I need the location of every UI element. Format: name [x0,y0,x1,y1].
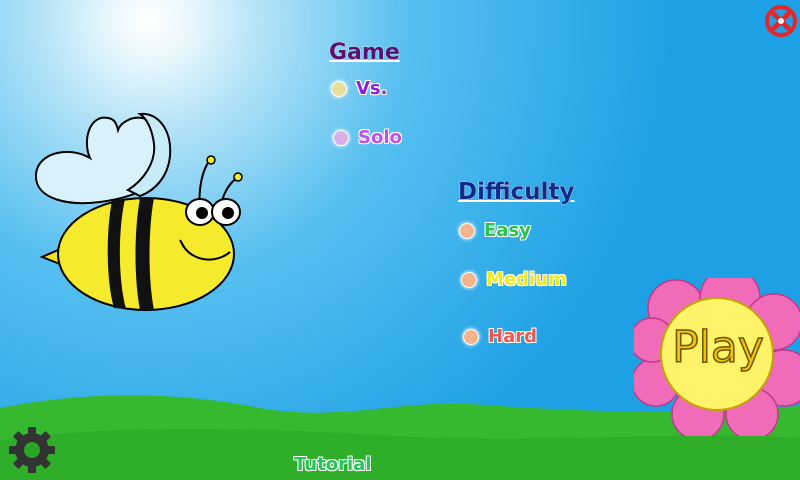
radio-button[interactable] [462,272,476,287]
radio-button[interactable] [464,329,478,344]
difficulty-label-medium: Medium [486,269,567,290]
radio-button[interactable] [460,223,474,238]
difficulty-heading: Difficulty [458,179,575,206]
difficulty-label-easy: Easy [484,220,531,241]
difficulty-label-hard: Hard [488,326,537,347]
mode-label-solo: Solo [358,127,402,148]
difficulty-option-easy[interactable]: Easy [460,220,531,241]
mode-option-solo[interactable]: Solo [334,127,402,148]
gear-icon[interactable] [6,424,58,476]
mode-option-vs[interactable]: Vs. [332,78,387,99]
tutorial-link[interactable]: Tutorial [294,454,371,475]
bee-mascot [34,112,243,311]
close-icon[interactable] [764,4,798,38]
difficulty-option-medium[interactable]: Medium [462,269,567,290]
difficulty-option-hard[interactable]: Hard [464,326,537,347]
game-heading: Game [329,40,400,66]
play-label: Play [671,321,764,374]
mode-label-vs: Vs. [356,78,388,99]
radio-button[interactable] [334,130,348,145]
radio-button[interactable] [332,81,346,96]
